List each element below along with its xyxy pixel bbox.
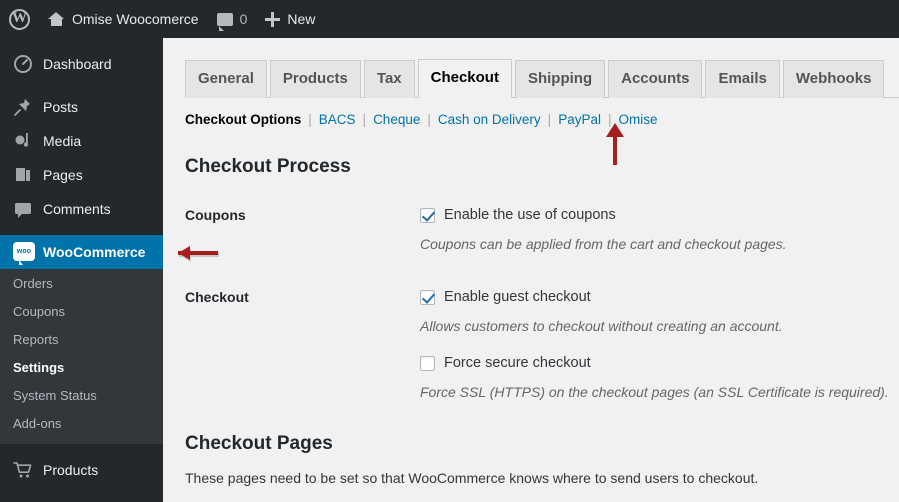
woocommerce-submenu: Orders Coupons Reports Settings System S… (0, 269, 163, 444)
tab-accounts[interactable]: Accounts (608, 60, 703, 98)
enable-guest-checkout-description: Allows customers to checkout without cre… (420, 318, 783, 334)
sidebar-item-comments[interactable]: Comments (0, 192, 163, 226)
wp-logo-menu-item[interactable] (0, 0, 39, 38)
enable-guest-checkout-checkbox-row[interactable]: Enable guest checkout (420, 287, 899, 307)
sidebar-item-dashboard[interactable]: Dashboard (0, 47, 163, 81)
enable-coupons-checkbox[interactable] (420, 207, 435, 223)
checkout-pages-description: These pages need to be set so that WooCo… (185, 470, 759, 486)
enable-guest-checkout-label: Enable guest checkout (444, 289, 591, 305)
subnav-separator: | (362, 112, 367, 127)
dashboard-icon (13, 54, 33, 74)
sidebar-item-orders[interactable]: Orders (0, 270, 163, 298)
home-icon (48, 11, 65, 27)
subnav-separator: | (427, 112, 431, 127)
sidebar-item-label: Media (43, 133, 82, 149)
tab-general[interactable]: General (185, 60, 267, 98)
subnav-item-checkout-options[interactable]: Checkout Options (185, 111, 301, 129)
sidebar-item-label: Pages (43, 167, 83, 183)
pin-icon (13, 97, 33, 117)
subnav-separator: | (607, 112, 612, 127)
enable-coupons-checkbox-row[interactable]: Enable the use of coupons (420, 205, 899, 225)
coupons-row-label: Coupons (185, 207, 246, 223)
coupons-setting-row: Coupons Enable the use of coupons Coupon… (185, 205, 899, 254)
pages-icon (13, 165, 33, 185)
admin-bar: Omise Woocomerce 0 New (0, 0, 899, 38)
subnav-item-paypal[interactable]: PayPal (558, 111, 601, 129)
comment-count-label: 0 (239, 11, 248, 27)
subnav-item-omise[interactable]: Omise (618, 111, 657, 129)
force-secure-checkout-checkbox-row[interactable]: Force secure checkout (420, 353, 899, 373)
sidebar-item-settings[interactable]: Settings (0, 354, 163, 382)
sidebar-item-label: WooCommerce (43, 244, 146, 260)
sidebar-item-woocommerce[interactable]: woo WooCommerce (0, 235, 171, 269)
force-secure-checkout-label: Force secure checkout (444, 355, 591, 371)
tab-tax[interactable]: Tax (363, 60, 415, 98)
checkout-setting-row: Checkout Enable guest checkout Allows cu… (185, 287, 899, 402)
subnav-item-bacs[interactable]: BACS (319, 111, 356, 129)
plus-icon (265, 11, 281, 27)
woocommerce-icon: woo (13, 242, 35, 265)
media-icon (13, 131, 33, 151)
subnav-separator: | (547, 112, 552, 127)
sidebar-item-media[interactable]: Media (0, 124, 163, 158)
tab-checkout[interactable]: Checkout (417, 59, 512, 98)
tab-webhooks[interactable]: Webhooks (782, 60, 885, 98)
main-content-area: General Products Tax Checkout Shipping A… (163, 38, 899, 502)
tab-emails[interactable]: Emails (705, 60, 780, 98)
tab-shipping[interactable]: Shipping (514, 60, 606, 98)
enable-guest-checkout-checkbox[interactable] (420, 289, 435, 305)
new-label: New (287, 11, 316, 27)
force-secure-checkout-checkbox[interactable] (420, 355, 435, 371)
new-content-menu-item[interactable]: New (256, 0, 324, 38)
force-secure-checkout-description: Force SSL (HTTPS) on the checkout pages … (420, 384, 889, 400)
site-name-label: Omise Woocomerce (72, 11, 199, 27)
sidebar-item-products[interactable]: Products (0, 453, 163, 487)
sidebar-item-system-status[interactable]: System Status (0, 382, 163, 410)
wordpress-logo-icon (9, 8, 30, 30)
sidebar-item-posts[interactable]: Posts (0, 90, 163, 124)
sidebar-item-label: Dashboard (43, 56, 112, 72)
sidebar-item-reports[interactable]: Reports (0, 326, 163, 354)
subnav-item-cash-on-delivery[interactable]: Cash on Delivery (438, 111, 541, 129)
subnav-item-cheque[interactable]: Cheque (373, 111, 420, 129)
checkout-row-label: Checkout (185, 289, 249, 305)
sidebar-item-pages[interactable]: Pages (0, 158, 163, 192)
checkout-subnav: Checkout Options | BACS | Cheque | Cash … (185, 111, 899, 129)
enable-coupons-label: Enable the use of coupons (444, 207, 616, 223)
settings-tab-bar: General Products Tax Checkout Shipping A… (185, 56, 899, 98)
site-name-menu-item[interactable]: Omise Woocomerce (39, 0, 208, 38)
comment-bubble-icon (216, 12, 233, 31)
checkout-pages-heading: Checkout Pages (185, 433, 333, 454)
cart-icon (13, 460, 33, 480)
admin-sidebar-menu: Dashboard Posts Media Pages Comments woo… (0, 38, 171, 502)
sidebar-item-label: Posts (43, 99, 79, 115)
subnav-separator: | (308, 112, 312, 127)
sidebar-item-label: Products (43, 462, 99, 478)
sidebar-item-label: Comments (43, 201, 111, 217)
comments-menu-item[interactable]: 0 (208, 0, 257, 38)
sidebar-item-coupons[interactable]: Coupons (0, 298, 163, 326)
sidebar-item-add-ons[interactable]: Add-ons (0, 410, 163, 438)
comment-bubble-icon (13, 199, 33, 219)
tab-products[interactable]: Products (269, 60, 361, 98)
enable-coupons-description: Coupons can be applied from the cart and… (420, 236, 787, 252)
checkout-process-heading: Checkout Process (185, 156, 351, 177)
